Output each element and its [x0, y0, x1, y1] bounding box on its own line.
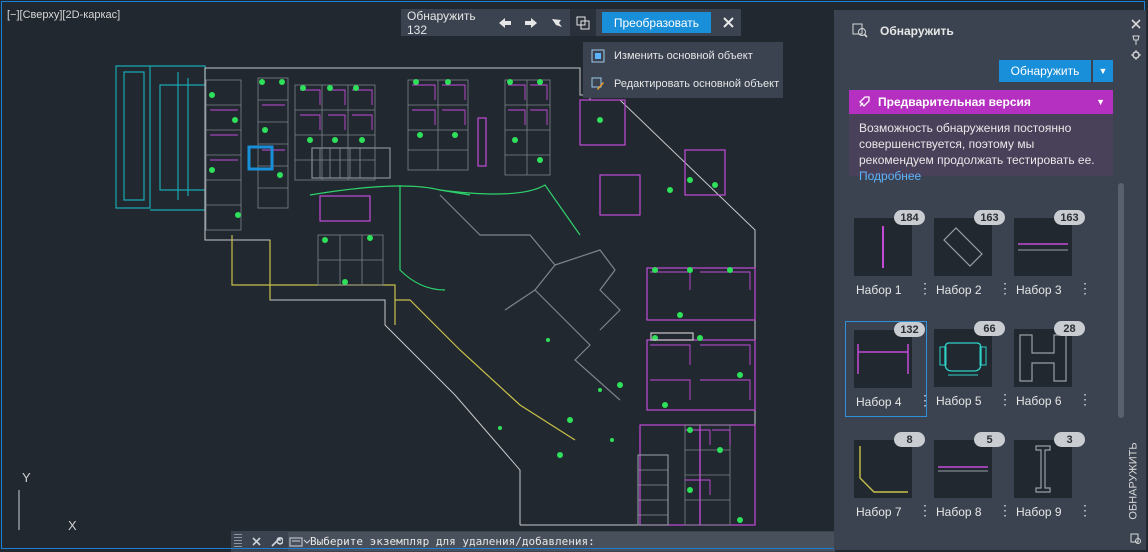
command-input[interactable]: Выберите экземпляр для удаления/добавлен… [288, 532, 835, 551]
preview-title: Предварительная версия [878, 95, 1031, 109]
close-icon [1131, 19, 1141, 29]
command-prompt-icon [289, 537, 310, 546]
detect-side-icon [1130, 532, 1142, 550]
chevron-down-icon: ▼ [1098, 66, 1108, 76]
set-thumbnail [854, 440, 912, 498]
side-label-text: ОБНАРУЖИТЬ [1127, 442, 1140, 520]
set-name: Набор 9 [1016, 505, 1062, 519]
set-name: Набор 7 [856, 505, 902, 519]
ucs-x-label: X [68, 518, 77, 530]
detect-toolbar: Обнаружить 132 Преобразовать [401, 8, 741, 37]
set-card[interactable]: 5 Набор 8 ⋮ [926, 432, 1012, 526]
set-count-badge: 163 [974, 210, 1005, 225]
view-controls-label[interactable]: [−][Сверху][2D-каркас] [7, 9, 120, 21]
learn-more-link[interactable]: Подробнее [859, 169, 921, 183]
arrow-right-icon [525, 17, 538, 28]
set-count-badge: 5 [974, 432, 1005, 447]
gear-icon [1131, 50, 1141, 60]
panel-title: Обнаружить [880, 24, 954, 38]
close-toolbar-button[interactable] [715, 17, 741, 28]
set-name: Набор 4 [856, 395, 902, 409]
next-button[interactable] [518, 9, 544, 36]
set-card-selected[interactable]: 132 Набор 4 ⋮ [845, 321, 932, 417]
change-base-object-item[interactable]: Изменить основной объект [583, 42, 783, 70]
command-line-grip[interactable] [234, 534, 242, 549]
set-card[interactable]: 184 Набор 1 ⋮ [846, 210, 932, 304]
set-count-badge: 28 [1054, 321, 1085, 336]
change-base-object-label: Изменить основной объект [614, 50, 753, 62]
wrench-icon [270, 537, 283, 547]
set-name: Набор 8 [936, 505, 982, 519]
set-count-badge: 184 [894, 210, 925, 225]
set-name: Набор 3 [1016, 283, 1062, 297]
detect-options-button[interactable]: ▼ [1093, 60, 1113, 82]
close-icon [722, 17, 734, 28]
set-count-badge: 132 [894, 322, 925, 337]
close-icon [251, 537, 261, 546]
convert-button[interactable]: Преобразовать [601, 12, 712, 33]
detect-split-button: Обнаружить ▼ [999, 60, 1113, 82]
panel-header: Обнаружить [834, 10, 1126, 52]
more-options-icon[interactable]: ⋮ [1078, 281, 1092, 295]
set-thumbnail [934, 440, 992, 498]
command-line: Выберите экземпляр для удаления/добавлен… [231, 531, 835, 552]
set-card[interactable]: 8 Набор 7 ⋮ [846, 432, 932, 526]
detect-count-label: Обнаружить 132 [407, 8, 476, 37]
edit-base-object-item[interactable]: Редактировать основной объект [583, 70, 783, 98]
panel-settings-button[interactable] [1131, 47, 1141, 65]
set-card[interactable]: 163 Набор 2 ⋮ [926, 210, 1012, 304]
preview-text: Возможность обнаружения постоянно соверш… [859, 121, 1095, 167]
command-close-button[interactable] [246, 537, 266, 546]
set-thumbnail [854, 330, 912, 388]
set-thumbnail [854, 218, 912, 276]
base-object-menu-button[interactable] [569, 9, 596, 36]
previous-button[interactable] [492, 9, 518, 36]
command-prompt-text: Выберите экземпляр для удаления/добавлен… [310, 535, 595, 548]
change-base-icon [591, 49, 605, 63]
ucs-y-label: Y [22, 470, 31, 485]
flag-icon [551, 18, 562, 27]
set-thumbnail [934, 329, 992, 387]
panel-scrollbar[interactable] [1118, 183, 1124, 418]
more-options-icon[interactable]: ⋮ [1078, 392, 1092, 406]
set-name: Набор 1 [856, 283, 902, 297]
set-count-badge: 163 [1054, 210, 1085, 225]
set-thumbnail [1014, 218, 1072, 276]
panel-side-label[interactable]: ОБНАРУЖИТЬ [1123, 440, 1148, 530]
arrow-left-icon [499, 17, 512, 28]
command-settings-button[interactable] [266, 535, 286, 548]
flag-button[interactable] [544, 9, 570, 36]
set-card[interactable]: 66 Набор 5 ⋮ [926, 321, 1012, 415]
set-name: Набор 5 [936, 394, 982, 408]
set-card[interactable]: 28 Набор 6 ⋮ [1006, 321, 1092, 415]
preview-body: Возможность обнаружения постоянно соверш… [849, 114, 1113, 190]
set-name: Набор 6 [1016, 394, 1062, 408]
pin-icon [1132, 35, 1140, 45]
detect-icon [852, 22, 872, 41]
set-card[interactable]: 163 Набор 3 ⋮ [1006, 210, 1092, 304]
set-thumbnail [934, 218, 992, 276]
chevron-down-icon[interactable]: ▼ [1096, 97, 1105, 107]
set-thumbnail [1014, 329, 1072, 387]
preview-header[interactable]: Предварительная версия ▼ [849, 90, 1113, 114]
set-thumbnail [1014, 440, 1072, 498]
detect-button[interactable]: Обнаружить [999, 60, 1091, 82]
more-options-icon[interactable]: ⋮ [1078, 503, 1092, 517]
edit-base-object-label: Редактировать основной объект [614, 78, 780, 90]
select-base-icon [576, 16, 590, 29]
set-card[interactable]: 3 Набор 9 ⋮ [1006, 432, 1092, 526]
detect-panel: Обнаружить Обнаружить ▼ Предварительная … [834, 10, 1126, 550]
base-object-dropdown: Изменить основной объект Редактировать о… [583, 42, 783, 98]
preview-banner: Предварительная версия ▼ Возможность обн… [849, 90, 1113, 183]
set-count-badge: 3 [1054, 432, 1085, 447]
edit-base-icon [591, 77, 604, 90]
set-count-badge: 66 [974, 321, 1005, 336]
rocket-icon [859, 96, 870, 107]
set-count-badge: 8 [894, 432, 925, 447]
set-name: Набор 2 [936, 283, 982, 297]
